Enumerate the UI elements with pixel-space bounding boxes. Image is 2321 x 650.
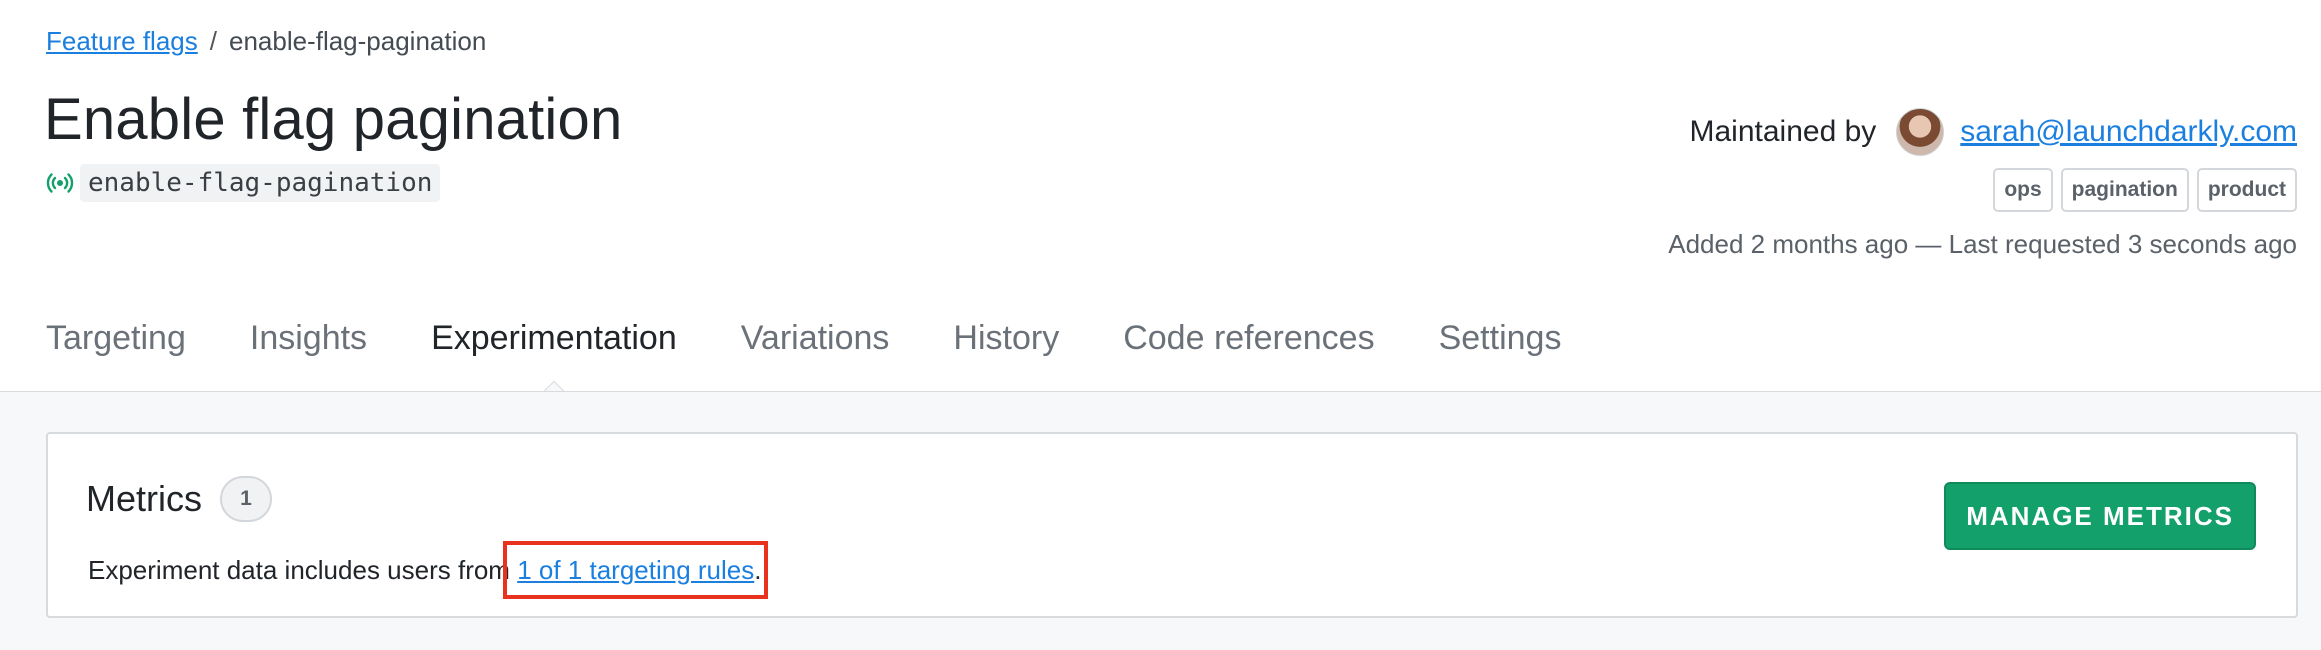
tab-history[interactable]: History xyxy=(953,316,1059,360)
manage-metrics-button[interactable]: MANAGE METRICS xyxy=(1944,482,2256,550)
metrics-header: Metrics 1 xyxy=(86,474,272,524)
tab-insights[interactable]: Insights xyxy=(250,316,367,360)
tab-settings[interactable]: Settings xyxy=(1439,316,1562,360)
tag-pagination[interactable]: pagination xyxy=(2060,168,2189,212)
tab-targeting[interactable]: Targeting xyxy=(46,316,186,360)
tag-ops[interactable]: ops xyxy=(1993,168,2053,212)
metrics-description-suffix: . xyxy=(754,555,762,585)
targeting-rules-link[interactable]: 1 of 1 targeting rules xyxy=(503,541,769,599)
tab-variations[interactable]: Variations xyxy=(741,316,890,360)
maintainer-email-link[interactable]: sarah@launchdarkly.com xyxy=(1960,108,2297,156)
flag-detail-page: Feature flags / enable-flag-pagination Ena… xyxy=(0,0,2321,650)
avatar xyxy=(1896,108,1945,156)
metrics-count-badge: 1 xyxy=(220,476,272,522)
activity-text: Added 2 months ago — Last requested 3 se… xyxy=(1668,229,2297,259)
metrics-title: Metrics xyxy=(86,478,202,519)
tag-list: ops pagination product xyxy=(1993,168,2297,212)
tab-experimentation[interactable]: Experimentation xyxy=(431,316,677,360)
breadcrumb: Feature flags / enable-flag-pagination xyxy=(46,24,486,58)
tag-product[interactable]: product xyxy=(2196,168,2297,212)
breadcrumb-separator: / xyxy=(209,26,217,56)
maintainer-label: Maintained by xyxy=(1689,115,1877,148)
metrics-description: Experiment data includes users from 1 of… xyxy=(88,541,769,599)
breadcrumb-feature-flags-link[interactable]: Feature flags xyxy=(46,26,198,56)
metrics-card: Metrics 1 Experiment data includes users… xyxy=(46,432,2298,618)
page-title: Enable flag pagination xyxy=(44,87,623,152)
breadcrumb-current: enable-flag-pagination xyxy=(228,26,487,56)
flag-key-row: enable-flag-pagination xyxy=(46,164,441,202)
flag-key-code: enable-flag-pagination xyxy=(80,164,441,202)
flag-tabs: Targeting Insights Experimentation Varia… xyxy=(46,316,1561,360)
maintainer-row: Maintained by sarah@launchdarkly.com xyxy=(1689,108,2297,156)
tab-code-references[interactable]: Code references xyxy=(1123,316,1374,360)
metrics-description-prefix: Experiment data includes users from xyxy=(88,555,510,585)
live-signal-icon xyxy=(46,169,74,197)
